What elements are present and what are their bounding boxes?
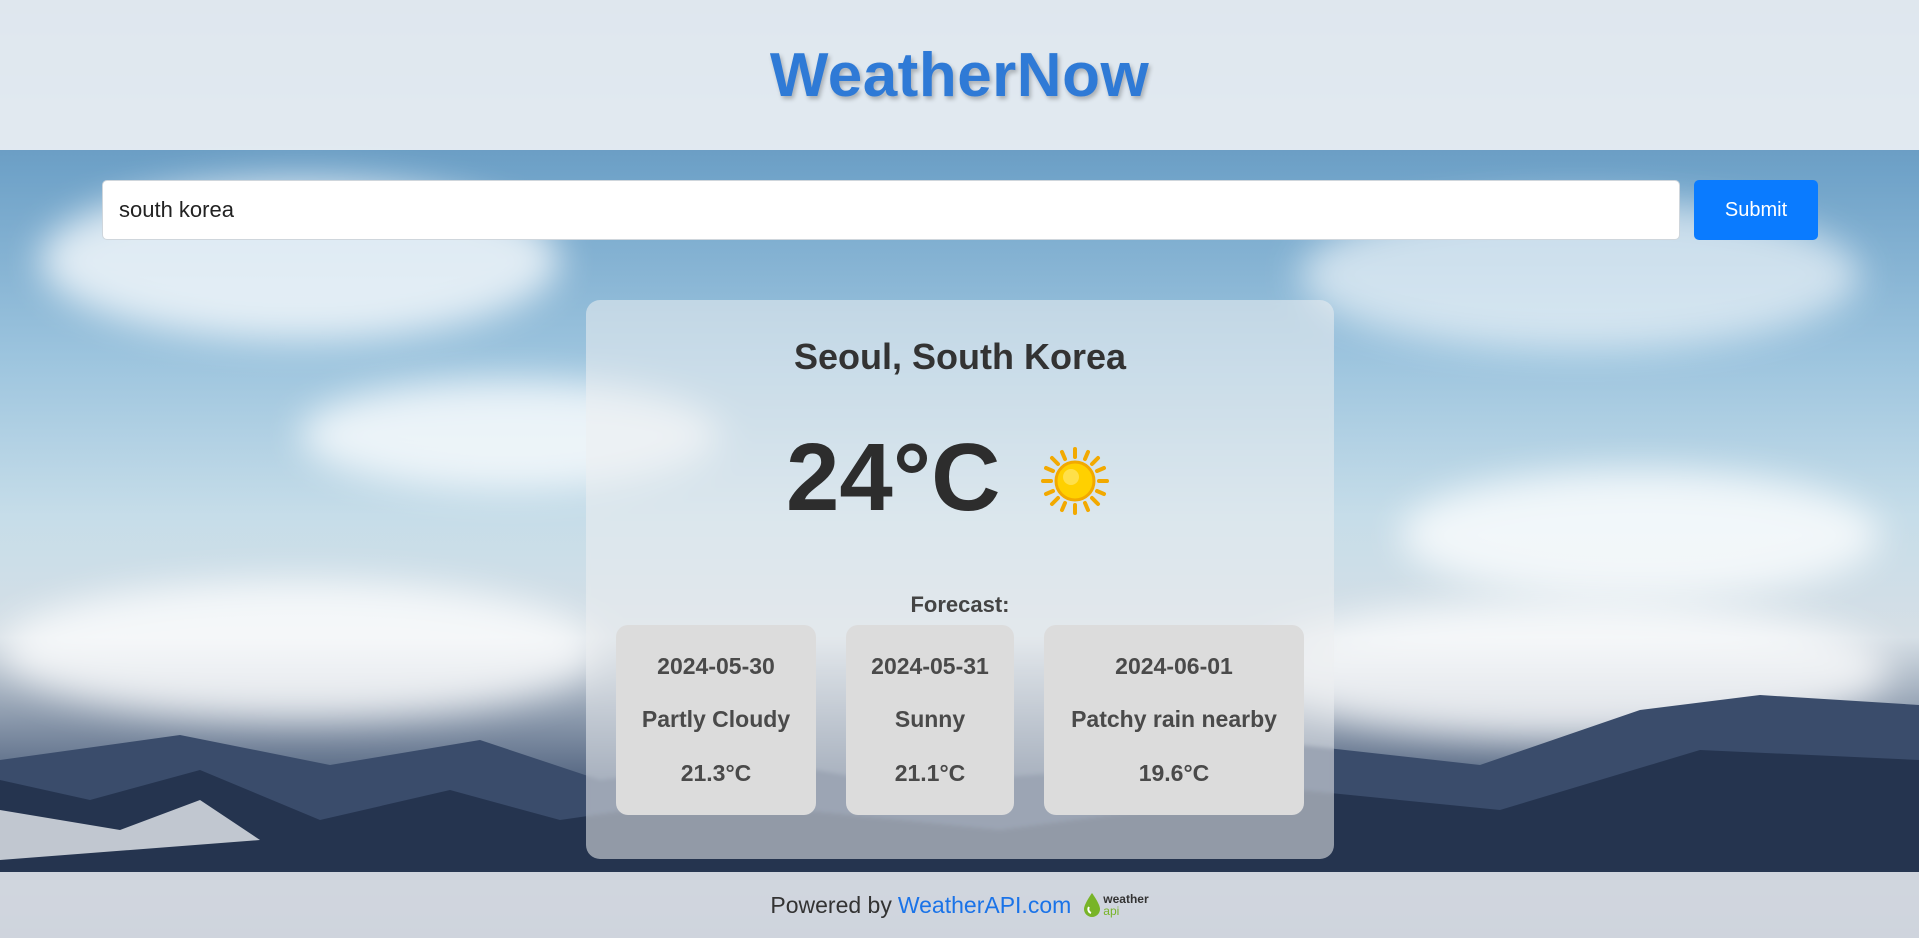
forecast-condition: Partly Cloudy <box>641 706 791 732</box>
forecast-temperature: 19.6°C <box>1138 760 1210 786</box>
weatherapi-link[interactable]: WeatherAPI.com <box>898 892 1071 919</box>
forecast-label: Forecast: <box>910 592 1010 617</box>
footer-powered-by: Powered by <box>770 891 892 918</box>
forecast-condition: Sunny <box>894 706 966 732</box>
weather-card: Seoul, South Korea 24°C Forecast: 2024-0… <box>586 300 1334 859</box>
forecast-date: 2024-06-01 <box>1115 653 1233 679</box>
search-bar: Submit <box>102 180 1818 240</box>
raindrop-icon <box>1084 893 1101 917</box>
forecast-day-card: 2024-06-01 Patchy rain nearby 19.6°C <box>1044 625 1304 815</box>
page-footer: Powered by WeatherAPI.com weather api <box>0 872 1919 938</box>
forecast-day-card: 2024-05-30 Partly Cloudy 21.3°C <box>616 625 816 815</box>
forecast-date: 2024-05-30 <box>657 653 775 679</box>
location-title: Seoul, South Korea <box>793 336 1127 377</box>
forecast-day-card: 2024-05-31 Sunny 21.1°C <box>846 625 1014 815</box>
forecast-condition: Patchy rain nearby <box>1071 706 1277 732</box>
sun-icon <box>1041 447 1109 515</box>
weatherapi-logo[interactable]: weather api <box>1083 892 1149 918</box>
submit-button[interactable]: Submit <box>1694 180 1818 240</box>
current-conditions: 24°C <box>586 428 1334 528</box>
current-temperature: 24°C <box>786 424 1001 531</box>
forecast-date: 2024-05-31 <box>871 653 989 679</box>
forecast-temperature: 21.1°C <box>894 760 966 786</box>
location-search-input[interactable] <box>102 180 1680 240</box>
app-title: WeatherNow <box>769 40 1150 110</box>
page-header: WeatherNow <box>0 0 1919 150</box>
logo-text-api: api <box>1103 904 1120 918</box>
forecast-temperature: 21.3°C <box>680 760 752 786</box>
